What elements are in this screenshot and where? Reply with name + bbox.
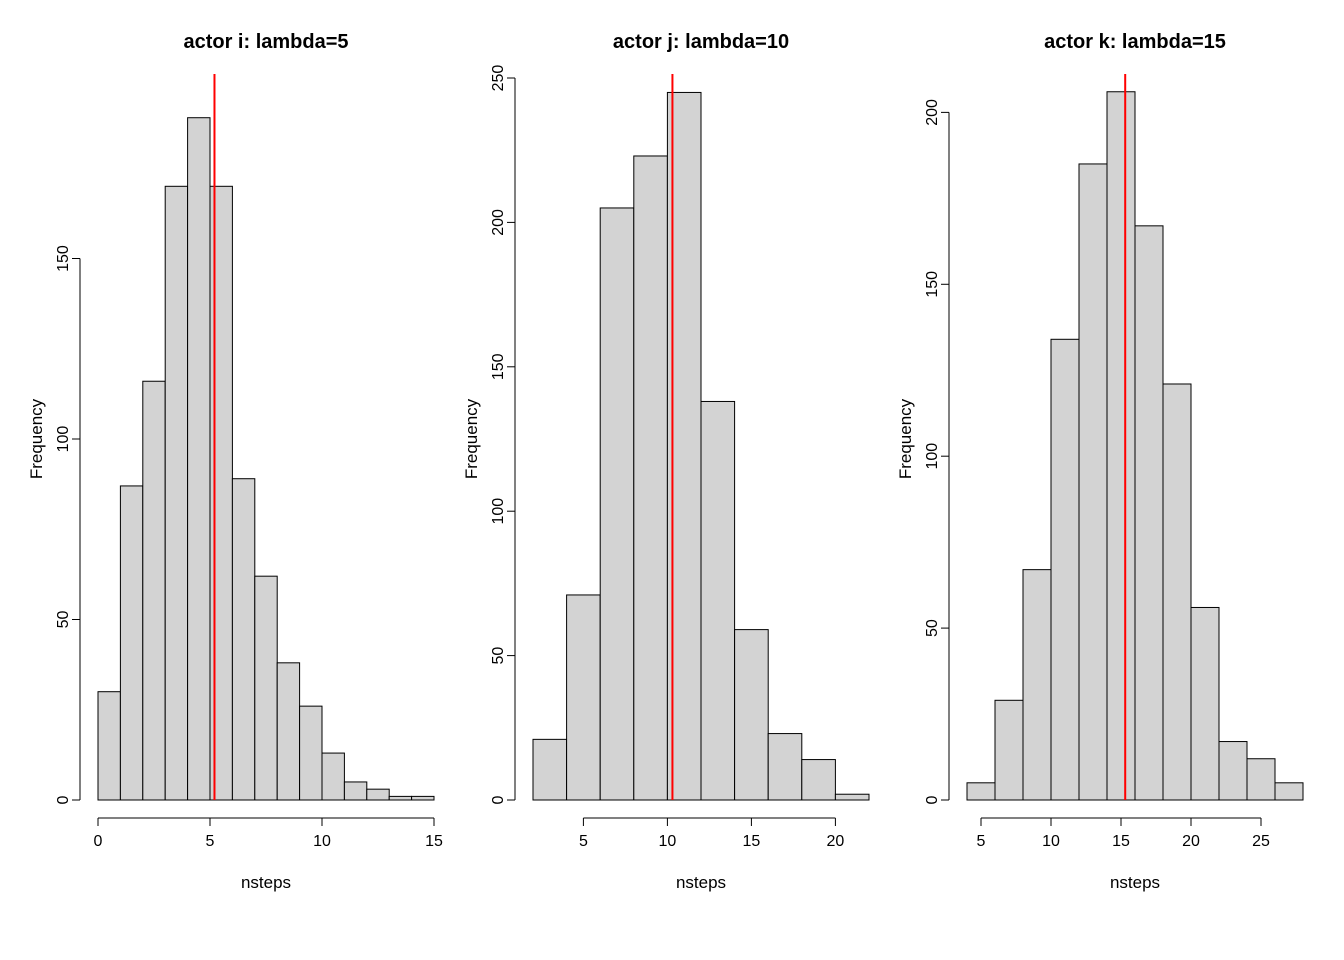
histogram-bar bbox=[1107, 92, 1135, 800]
y-tick-label: 100 bbox=[924, 443, 941, 470]
y-tick-label: 0 bbox=[924, 795, 941, 804]
x-tick-label: 5 bbox=[977, 833, 986, 850]
x-tick-label: 10 bbox=[313, 833, 331, 850]
histogram-bar bbox=[600, 208, 634, 800]
chart-title: actor k: lambda=15 bbox=[1044, 31, 1226, 53]
histogram-2: actor j: lambda=10 5 10 15 20 nsteps 0 50 100 150… bbox=[455, 20, 889, 920]
y-tick-label: 50 bbox=[490, 647, 507, 665]
chart-panel-1: actor i: lambda=5 0 5 10 15 nsteps 0 50 100 150 Fr… bbox=[20, 20, 455, 920]
y-tick-label: 150 bbox=[490, 353, 507, 380]
chart-grid: actor i: lambda=5051015nsteps050100150Fr… bbox=[0, 0, 1344, 960]
x-tick-label: 0 bbox=[94, 833, 103, 850]
histogram-bar bbox=[367, 789, 389, 800]
y-tick-label: 100 bbox=[490, 498, 507, 525]
histogram-bar bbox=[1051, 339, 1079, 800]
y-axis-label: Frequency bbox=[27, 398, 46, 479]
histogram-bar bbox=[389, 796, 411, 800]
x-tick-label: 25 bbox=[1252, 833, 1270, 850]
x-tick-label: 5 bbox=[579, 833, 588, 850]
histogram-bar bbox=[143, 381, 165, 800]
histogram-bar bbox=[967, 783, 995, 800]
histogram-bar bbox=[344, 782, 366, 800]
y-axis-label: Frequency bbox=[462, 398, 481, 479]
histogram-bar bbox=[255, 576, 277, 800]
histogram-bar bbox=[1219, 742, 1247, 800]
y-tick-label: 0 bbox=[490, 795, 507, 804]
y-tick-label: 150 bbox=[55, 245, 72, 272]
y-tick-label: 150 bbox=[924, 271, 941, 298]
histogram-bar bbox=[633, 156, 667, 800]
histogram-bar bbox=[412, 796, 434, 800]
histogram-bar bbox=[768, 734, 802, 800]
histogram-bar bbox=[98, 692, 120, 800]
x-tick-label: 15 bbox=[742, 833, 760, 850]
chart-title: actor j: lambda=10 bbox=[613, 31, 789, 53]
y-tick-label: 50 bbox=[55, 611, 72, 629]
histogram-bar bbox=[1135, 226, 1163, 800]
histogram-bar bbox=[801, 760, 835, 800]
x-tick-label: 20 bbox=[826, 833, 844, 850]
x-axis-label: nsteps bbox=[676, 873, 726, 892]
x-tick-label: 20 bbox=[1182, 833, 1200, 850]
y-tick-label: 250 bbox=[490, 65, 507, 92]
x-axis-label: nsteps bbox=[241, 873, 291, 892]
histogram-bar bbox=[120, 486, 142, 800]
histogram-bar bbox=[1079, 164, 1107, 800]
histogram-bar bbox=[322, 753, 344, 800]
histogram-bar bbox=[1023, 570, 1051, 800]
x-axis-label: nsteps bbox=[1110, 873, 1160, 892]
histogram-bar bbox=[300, 706, 322, 800]
y-tick-label: 0 bbox=[55, 795, 72, 804]
histogram-bar bbox=[210, 186, 232, 800]
histogram-bar bbox=[566, 595, 600, 800]
x-tick-label: 10 bbox=[658, 833, 676, 850]
chart-title: actor i: lambda=5 bbox=[183, 31, 348, 53]
histogram-bar bbox=[277, 663, 299, 800]
y-tick-label: 100 bbox=[55, 426, 72, 453]
x-tick-label: 15 bbox=[1112, 833, 1130, 850]
y-tick-label: 50 bbox=[924, 619, 941, 637]
histogram-bar bbox=[165, 186, 187, 800]
histogram-3: actor k: lambda=15 5 10 15 20 25 nsteps 0 50 100 1… bbox=[889, 20, 1323, 920]
histogram-bar bbox=[188, 118, 210, 800]
histogram-bar bbox=[701, 401, 735, 800]
chart-panel-2: actor j: lambda=10 5 10 15 20 nsteps 0 50 100 150… bbox=[455, 20, 890, 920]
y-axis-label: Frequency bbox=[896, 398, 915, 479]
histogram-1: actor i: lambda=5 0 5 10 15 nsteps 0 50 100 150 Fr… bbox=[20, 20, 454, 920]
histogram-bar bbox=[835, 794, 869, 800]
x-tick-label: 5 bbox=[206, 833, 215, 850]
y-tick-label: 200 bbox=[490, 209, 507, 236]
x-tick-label: 15 bbox=[425, 833, 443, 850]
x-tick-label: 10 bbox=[1042, 833, 1060, 850]
histogram-bar bbox=[1247, 759, 1275, 800]
histogram-bar bbox=[533, 739, 567, 800]
histogram-bar bbox=[1275, 783, 1303, 800]
histogram-bar bbox=[232, 479, 254, 800]
chart-panel-3: actor k: lambda=15 5 10 15 20 25 nsteps 0 50 100 1… bbox=[889, 20, 1324, 920]
y-tick-label: 200 bbox=[924, 99, 941, 126]
histogram-bar bbox=[1163, 384, 1191, 800]
histogram-bar bbox=[995, 700, 1023, 800]
histogram-bar bbox=[1191, 607, 1219, 800]
histogram-bar bbox=[734, 630, 768, 800]
